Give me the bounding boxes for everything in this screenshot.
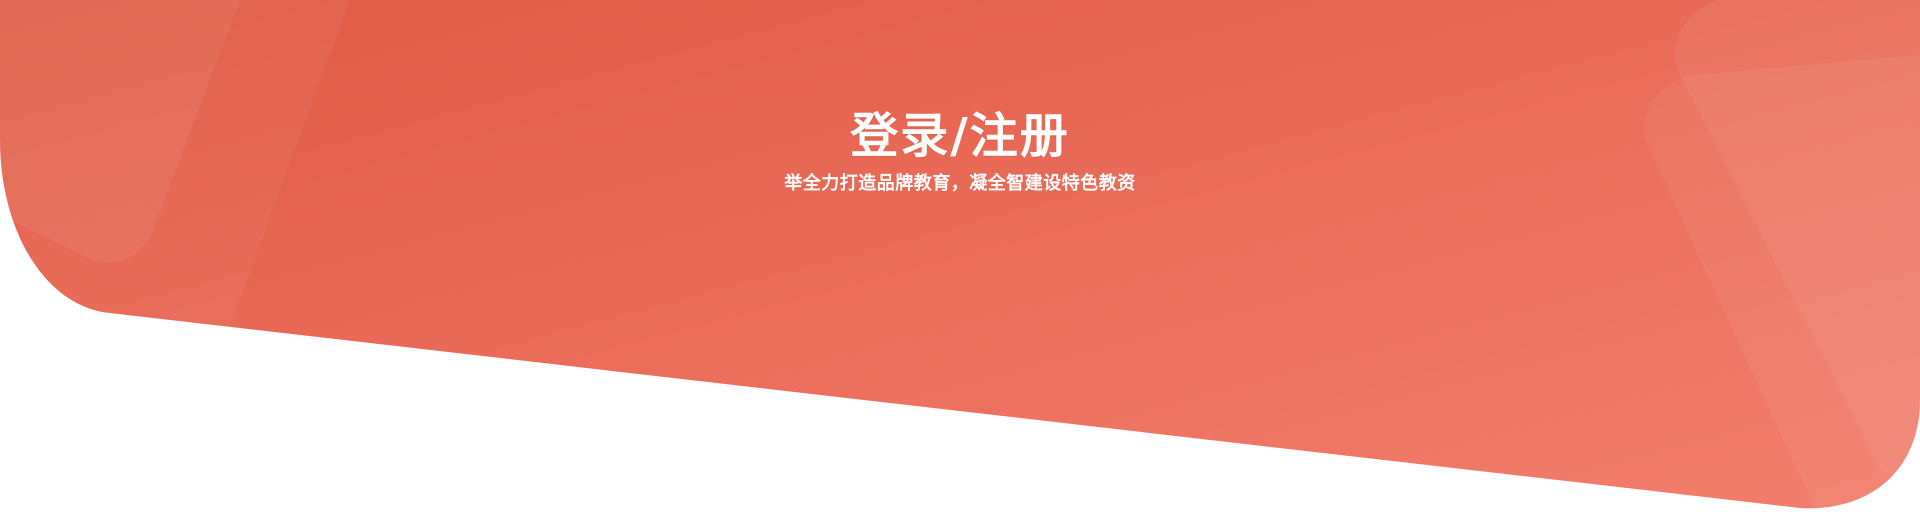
hero-banner: 登录/注册 举全力打造品牌教育，凝全智建设特色教资 bbox=[0, 0, 1920, 512]
hero-background bbox=[0, 0, 1920, 509]
